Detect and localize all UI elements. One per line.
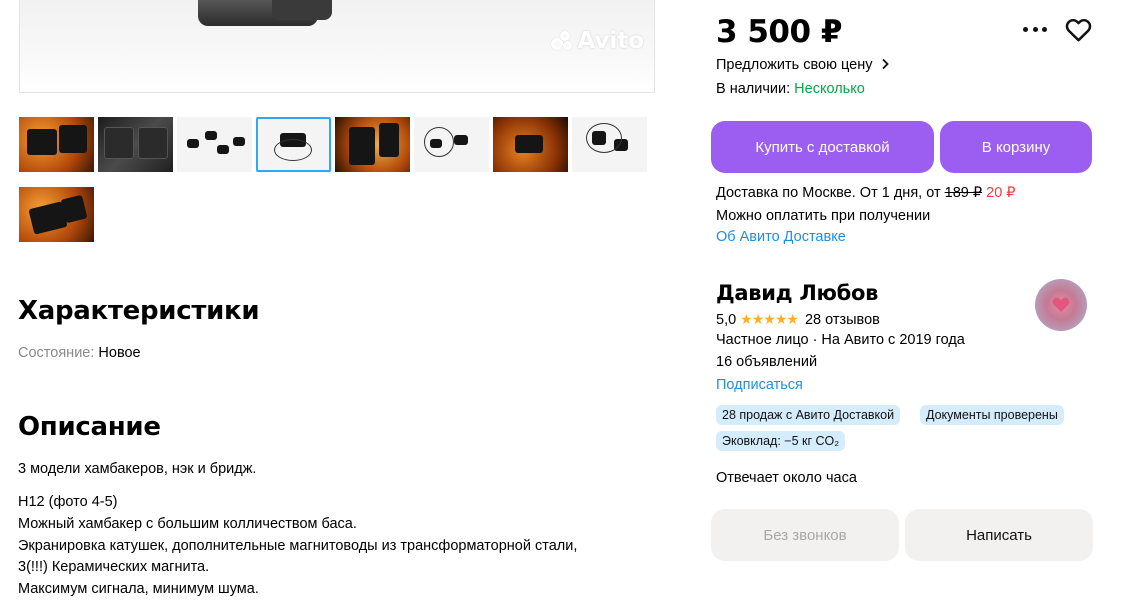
product-image-part xyxy=(272,0,332,20)
badge-eco: Эковклад: −5 кг CO₂ xyxy=(716,431,846,451)
avatar-heart-icon xyxy=(1052,297,1070,312)
price: 3 500 ₽ xyxy=(716,14,842,50)
description-intro: 3 модели хамбакеров, нэк и бридж. xyxy=(18,461,257,477)
seller-ads-count[interactable]: 16 объявлений xyxy=(716,354,817,370)
description-line: Максимум сигнала, минимум шума. xyxy=(18,581,259,598)
response-time: Отвечает около часа xyxy=(716,470,857,486)
chevron-right-icon xyxy=(881,58,889,70)
thumbnail-selected[interactable] xyxy=(256,117,331,172)
thumbnail[interactable] xyxy=(177,117,252,172)
avito-logo-icon xyxy=(551,30,575,52)
condition-value: Новое xyxy=(98,345,141,361)
avatar[interactable] xyxy=(1035,279,1087,331)
badge-documents-verified: Документы проверены xyxy=(920,405,1064,425)
description-line: H12 (фото 4-5) xyxy=(18,494,118,510)
characteristics-title: Характеристики xyxy=(18,296,260,326)
delivery-old-price: 189 ₽ xyxy=(944,185,983,201)
seller-type: Частное лицо · На Авито с 2019 года xyxy=(716,332,965,348)
thumbnail[interactable] xyxy=(493,117,568,172)
write-message-button[interactable]: Написать xyxy=(905,509,1093,561)
reviews-link[interactable]: 28 отзывов xyxy=(805,312,880,328)
seller-name[interactable]: Давид Любов xyxy=(716,281,878,305)
description-title: Описание xyxy=(18,412,161,442)
no-calls-button: Без звонков xyxy=(711,509,899,561)
offer-price-link[interactable]: Предложить свою цену xyxy=(716,57,890,73)
buy-with-delivery-button[interactable]: Купить с доставкой xyxy=(711,121,934,173)
subscribe-link[interactable]: Подписаться xyxy=(716,377,803,393)
availability-value: Несколько xyxy=(794,81,865,97)
star-icon: ★★★★★ xyxy=(740,311,799,327)
thumbnail[interactable] xyxy=(414,117,489,172)
thumbnail[interactable] xyxy=(19,187,94,242)
badge-deliveries: 28 продаж с Авито Доставкой xyxy=(716,405,901,425)
availability: В наличии: Несколько xyxy=(716,81,865,97)
condition-row: Состояние: Новое xyxy=(18,345,141,361)
thumbnail[interactable] xyxy=(19,117,94,172)
delivery-new-price: 20 ₽ xyxy=(986,185,1016,201)
description-line: 3(!!!) Керамических магнита. xyxy=(18,559,210,576)
condition-label: Состояние: xyxy=(18,345,95,361)
thumbnail[interactable] xyxy=(335,117,410,172)
description-line: Экранировка катушек, дополнительные магн… xyxy=(18,537,578,554)
delivery-info: Доставка по Москве. От 1 дня, от 189 ₽ 2… xyxy=(716,185,1016,201)
rating-value: 5,0 xyxy=(716,311,737,328)
description-text: H12 (фото 4-5) Можный хамбакер с большим… xyxy=(18,492,577,601)
seller-rating: 5,0 ★★★★★ 28 отзывов xyxy=(716,311,880,328)
about-delivery-link[interactable]: Об Авито Доставке xyxy=(716,229,846,245)
description-line: Можный хамбакер с большим колличеством б… xyxy=(18,515,357,532)
add-to-cart-button[interactable]: В корзину xyxy=(940,121,1092,173)
pay-on-receipt: Можно оплатить при получении xyxy=(716,208,931,224)
more-icon[interactable] xyxy=(1023,20,1047,38)
thumbnail[interactable] xyxy=(98,117,173,172)
main-product-photo[interactable]: Avito xyxy=(19,0,655,93)
thumbnail[interactable] xyxy=(572,117,647,172)
avito-watermark: Avito xyxy=(551,28,644,54)
heart-icon[interactable] xyxy=(1065,17,1092,42)
